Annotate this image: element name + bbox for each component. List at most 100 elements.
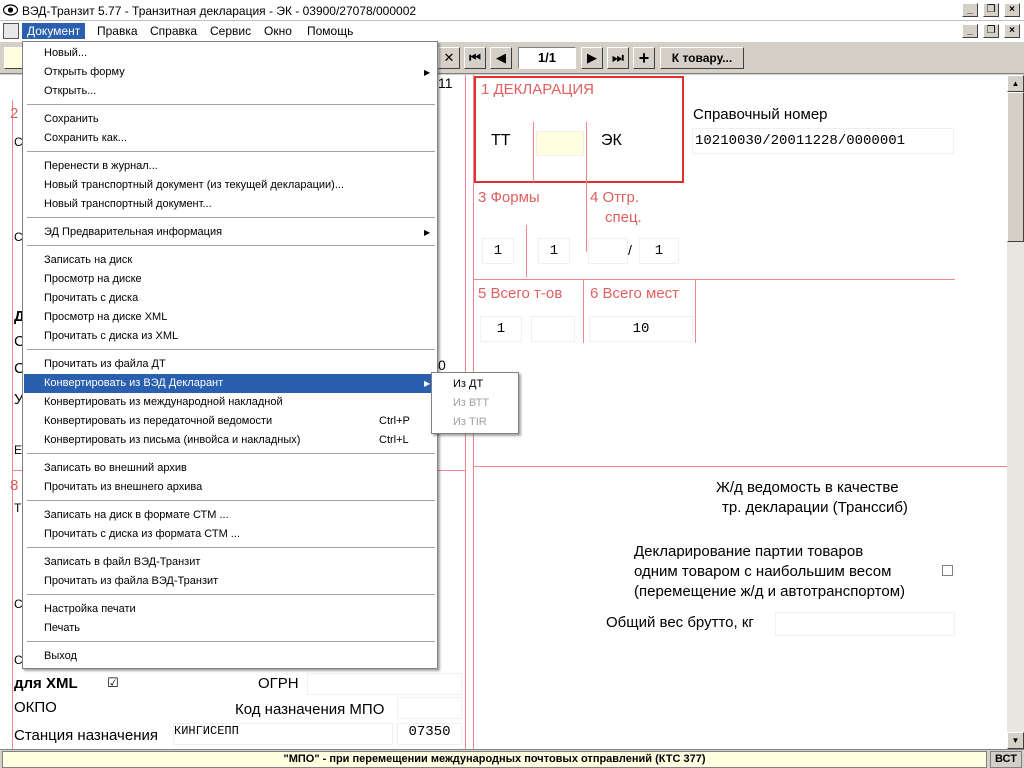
- last-page-button[interactable]: ⏭: [607, 47, 629, 69]
- app-eye-icon: [3, 4, 18, 16]
- menu-item-read-ctm[interactable]: Прочитать с диска из формата СТМ ...: [24, 525, 436, 544]
- menu-item-save[interactable]: Сохранить: [24, 110, 436, 129]
- menu-window[interactable]: Окно: [259, 23, 297, 39]
- menu-item-print-setup[interactable]: Настройка печати: [24, 600, 436, 619]
- menu-item-view-disk[interactable]: Просмотр на диске: [24, 270, 436, 289]
- delete-button[interactable]: ✕: [438, 47, 460, 69]
- menu-item-convert-letter[interactable]: Конвертировать из письма (инвойса и накл…: [24, 431, 436, 450]
- scroll-up-arrow-icon[interactable]: ▲: [1007, 75, 1024, 92]
- box4-spec-b[interactable]: 1: [639, 238, 679, 264]
- box1-type-value: ТТ: [491, 132, 511, 149]
- submenu-arrow-icon: ▶: [424, 68, 431, 77]
- menu-item-convert-transfer-sheet[interactable]: Конвертировать из передаточной ведомости…: [24, 412, 436, 431]
- submenu-arrow-icon: ▶: [424, 228, 431, 237]
- menu-item-write-ved-file[interactable]: Записать в файл ВЭД-Транзит: [24, 553, 436, 572]
- menu-item-convert-declarant[interactable]: Конвертировать из ВЭД Декларант ▶: [24, 374, 436, 393]
- menu-item-convert-intl-waybill[interactable]: Конвертировать из международной накладно…: [24, 393, 436, 412]
- menu-item-label: Конвертировать из международной накладно…: [44, 396, 283, 408]
- menu-item-ed-preliminary[interactable]: ЭД Предварительная информация ▶: [24, 223, 436, 242]
- restore-button[interactable]: ❐: [983, 3, 999, 17]
- menu-item-print[interactable]: Печать: [24, 619, 436, 638]
- box1-divider-2: [586, 122, 587, 252]
- menu-item-read-disk-xml[interactable]: Прочитать с диска из XML: [24, 327, 436, 346]
- goto-goods-button[interactable]: К товару...: [660, 47, 744, 69]
- insert-mode-indicator: ВСТ: [990, 751, 1022, 768]
- menu-item-open-form[interactable]: Открыть форму ▶: [24, 63, 436, 82]
- menu-separator: [27, 217, 435, 218]
- box5-divider: [583, 279, 584, 343]
- menu-item-label: Записать на диск: [44, 254, 133, 266]
- box5-total-b[interactable]: [531, 316, 575, 342]
- party-checkbox[interactable]: [942, 565, 953, 576]
- menu-item-label: Конвертировать из передаточной ведомости: [44, 415, 273, 427]
- xml-checkbox[interactable]: ☑: [107, 675, 119, 691]
- menu-item-new-transport[interactable]: Новый транспортный документ...: [24, 195, 436, 214]
- menu-item-write-disk[interactable]: Записать на диск: [24, 251, 436, 270]
- menu-item-to-journal[interactable]: Перенести в журнал...: [24, 157, 436, 176]
- menu-item-label: Печать: [44, 622, 81, 634]
- menu-service[interactable]: Сервис: [205, 23, 256, 39]
- menu-item-read-disk[interactable]: Прочитать с диска: [24, 289, 436, 308]
- status-message: "МПО" - при перемещении международных по…: [2, 751, 987, 768]
- menu-help[interactable]: Помощь: [302, 23, 358, 39]
- reference-number-input[interactable]: 10210030/20011228/0000001: [692, 128, 954, 154]
- menu-item-read-ved-file[interactable]: Прочитать из файла ВЭД-Транзит: [24, 572, 436, 591]
- box3-forms-a[interactable]: 1: [482, 238, 514, 264]
- menu-document[interactable]: Документ: [22, 23, 86, 39]
- add-page-button[interactable]: +: [633, 47, 655, 69]
- menu-item-read-dt-file[interactable]: Прочитать из файла ДТ: [24, 355, 436, 374]
- menu-item-new[interactable]: Новый...: [24, 44, 436, 63]
- menu-item-exit[interactable]: Выход: [24, 647, 436, 666]
- menu-item-open[interactable]: Открыть...: [24, 82, 436, 101]
- mpo-code-input[interactable]: [397, 697, 462, 719]
- station-input[interactable]: КИНГИСЕПП: [173, 723, 393, 745]
- submenu-item-from-dt[interactable]: Из ДТ: [433, 375, 517, 394]
- box5-label: 5 Всего т-ов: [478, 285, 563, 302]
- scroll-down-arrow-icon[interactable]: ▼: [1007, 732, 1024, 749]
- rail-label-1: Ж/д ведомость в качестве: [716, 479, 899, 496]
- box3-forms-b[interactable]: 1: [538, 238, 570, 264]
- minimize-button[interactable]: _: [962, 3, 978, 17]
- box4-spec-a[interactable]: [588, 238, 628, 264]
- menu-item-label: Перенести в журнал...: [44, 160, 158, 172]
- gross-weight-input[interactable]: [775, 612, 955, 636]
- vertical-scrollbar[interactable]: ▲ ▼: [1007, 75, 1024, 749]
- page-indicator[interactable]: 1/1: [518, 47, 576, 69]
- ogrn-input[interactable]: [307, 673, 462, 695]
- box5-total-a[interactable]: 1: [480, 316, 522, 342]
- box1-export-value: ЭК: [601, 132, 622, 149]
- menu-item-label: Прочитать из файла ВЭД-Транзит: [44, 575, 219, 587]
- menu-item-label: Прочитать с диска из формата СТМ ...: [44, 528, 240, 540]
- menu-item-view-disk-xml[interactable]: Просмотр на диске XML: [24, 308, 436, 327]
- next-page-button[interactable]: ▶: [581, 47, 603, 69]
- child-close-button[interactable]: ×: [1004, 24, 1020, 38]
- menu-item-label: Записать на диск в формате СТМ ...: [44, 509, 229, 521]
- box4-label-2: спец.: [605, 209, 642, 226]
- menu-item-write-ctm[interactable]: Записать на диск в формате СТМ ...: [24, 506, 436, 525]
- menu-item-label: Просмотр на диске XML: [44, 311, 168, 323]
- menu-item-new-transport-from-current[interactable]: Новый транспортный документ (из текущей …: [24, 176, 436, 195]
- left-box8-label: 8: [10, 477, 19, 494]
- scroll-thumb[interactable]: [1007, 92, 1024, 242]
- party-label-3: (перемещение ж/д и автотранспортом): [634, 583, 906, 600]
- box1-label: 1 ДЕКЛАРАЦИЯ: [481, 81, 594, 98]
- close-button[interactable]: ×: [1004, 3, 1020, 17]
- station-code-input[interactable]: 07350: [397, 723, 462, 745]
- menu-item-read-archive[interactable]: Прочитать из внешнего архива: [24, 478, 436, 497]
- first-page-button[interactable]: ⏮: [464, 47, 486, 69]
- menu-item-label: Выход: [44, 650, 77, 662]
- box6-places-input[interactable]: 10: [589, 316, 693, 342]
- box1-procedure-input[interactable]: [536, 131, 584, 156]
- menu-item-write-archive[interactable]: Записать во внешний архив: [24, 459, 436, 478]
- child-restore-button[interactable]: ❐: [983, 24, 999, 38]
- menu-item-save-as[interactable]: Сохранить как...: [24, 129, 436, 148]
- menu-item-label: Прочитать из файла ДТ: [44, 358, 166, 370]
- child-minimize-button[interactable]: _: [962, 24, 978, 38]
- menu-item-label: Сохранить как...: [44, 132, 127, 144]
- gross-weight-label: Общий вес брутто, кг: [606, 614, 754, 631]
- menu-help-ref[interactable]: Справка: [145, 23, 202, 39]
- menu-edit[interactable]: Правка: [92, 23, 143, 39]
- menu-item-label: Новый транспортный документ (из текущей …: [44, 179, 345, 191]
- document-icon[interactable]: [3, 23, 19, 39]
- prev-page-button[interactable]: ◀: [490, 47, 512, 69]
